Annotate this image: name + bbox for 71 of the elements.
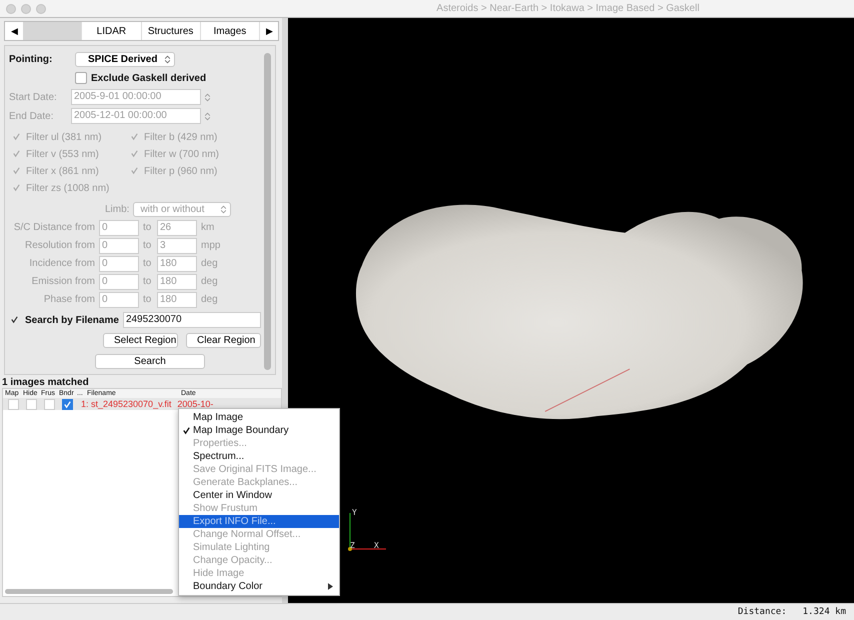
checkbox[interactable] xyxy=(44,398,54,410)
results-count: 1 images matched xyxy=(2,377,90,388)
unit-label: km xyxy=(201,222,214,233)
submenu-arrow-icon xyxy=(328,583,333,590)
range-label: Incidence from xyxy=(28,258,95,269)
checkbox-label: Filter ul (381 nm) xyxy=(26,132,102,142)
checkbox-label: Filter w (700 nm) xyxy=(144,148,220,160)
range-to-field[interactable]: 180 xyxy=(157,256,197,272)
checkbox[interactable] xyxy=(26,398,36,410)
distance-label: Distance: xyxy=(738,607,787,617)
pointing-label: Pointing: xyxy=(9,54,54,64)
range-to-field[interactable]: 180 xyxy=(157,274,197,290)
range-from-field[interactable]: 0 xyxy=(99,256,139,272)
checkbox-label: Exclude Gaskell derived xyxy=(91,72,206,84)
spinner-icon[interactable] xyxy=(205,112,210,120)
range-from-field[interactable]: 0 xyxy=(99,292,139,308)
to-label: to xyxy=(143,276,152,287)
unit-label: deg xyxy=(201,258,218,269)
range-from-field[interactable]: 0 xyxy=(99,220,139,236)
range-to-field[interactable]: 180 xyxy=(157,292,197,308)
date-label: End Date: xyxy=(9,110,54,122)
to-label: to xyxy=(143,258,152,269)
checkbox-label: Filter v (553 nm) xyxy=(26,148,99,160)
range-to-field[interactable]: 26 xyxy=(157,220,197,236)
search-button[interactable]: Search xyxy=(95,354,205,368)
checkbox-label: Filter p (960 nm) xyxy=(144,166,218,176)
limb-label: Limb: xyxy=(105,204,130,214)
tab[interactable]: LIDAR xyxy=(82,22,142,40)
checkbox[interactable] xyxy=(75,72,87,84)
range-label: Emission from xyxy=(30,276,95,287)
distance-value: 1.324 km xyxy=(802,607,846,617)
to-label: to xyxy=(143,222,152,233)
y-axis-label: Y xyxy=(352,508,357,517)
tab-scroll-right[interactable]: ▶ xyxy=(260,22,278,40)
spinner-icon[interactable] xyxy=(205,92,210,102)
filename-field[interactable]: 2495230070 xyxy=(122,312,261,328)
unit-label: deg xyxy=(201,276,218,287)
range-label: S/C Distance from xyxy=(12,222,95,233)
checkbox[interactable] xyxy=(62,398,72,410)
checkbox[interactable] xyxy=(8,398,18,410)
range-label: Phase from xyxy=(42,294,95,305)
up-down-arrows-icon xyxy=(221,204,226,214)
range-from-field[interactable]: 0 xyxy=(99,238,139,254)
tab[interactable] xyxy=(23,22,82,40)
tab[interactable]: Structures xyxy=(142,22,201,40)
check-icon xyxy=(182,426,191,435)
pointing-dropdown[interactable]: SPICE Derived xyxy=(75,52,175,66)
range-to-field[interactable]: 3 xyxy=(157,238,197,254)
tab-scroll-left[interactable]: ◀ xyxy=(5,22,23,40)
filename-cell[interactable]: 1: st_2495230070_v.fit xyxy=(81,399,172,409)
date-label: Start Date: xyxy=(9,92,58,102)
select-region-button[interactable]: Select Region xyxy=(103,332,178,348)
scrollbar[interactable] xyxy=(5,589,173,594)
range-label: Resolution from xyxy=(24,240,95,251)
z-axis-label: Z xyxy=(350,541,355,550)
x-axis-label: X xyxy=(374,541,379,550)
clear-region-button[interactable]: Clear Region xyxy=(186,332,261,348)
to-label: to xyxy=(143,240,152,251)
tab[interactable]: Images xyxy=(200,22,260,40)
up-down-arrows-icon xyxy=(165,54,170,64)
checkbox-label: Search by Filename xyxy=(25,314,119,326)
window-title: Asteroids > Near-Earth > Itokawa > Image Based > Gaskell xyxy=(436,3,700,14)
date-cell[interactable]: 2005-10- xyxy=(177,399,214,409)
unit-label: mpp xyxy=(201,240,220,251)
unit-label: deg xyxy=(201,294,218,305)
range-from-field[interactable]: 0 xyxy=(99,274,139,290)
checkbox-label: Filter x (861 nm) xyxy=(26,166,99,176)
to-label: to xyxy=(143,294,152,305)
checkbox-label: Filter b (429 nm) xyxy=(144,132,218,142)
checkbox-label: Filter zs (1008 nm) xyxy=(26,182,110,194)
scrollbar[interactable] xyxy=(264,53,271,370)
